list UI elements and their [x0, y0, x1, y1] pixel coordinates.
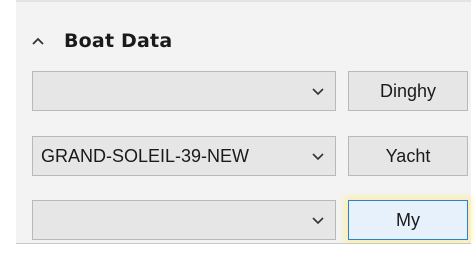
boat-data-section-header[interactable]: Boat Data — [28, 24, 172, 58]
right-margin — [471, 0, 475, 260]
chevron-down-icon[interactable] — [301, 137, 335, 175]
chevron-down-icon[interactable] — [301, 72, 335, 110]
my-button[interactable]: My — [348, 200, 468, 240]
boat-data-panel: Boat Data Dinghy GRAND-SOLEIL-39-NEW Yac… — [0, 0, 475, 260]
yacht-boat-select[interactable]: GRAND-SOLEIL-39-NEW — [32, 136, 336, 176]
dinghy-boat-select[interactable] — [32, 71, 336, 111]
yacht-button[interactable]: Yacht — [348, 136, 468, 176]
top-divider — [0, 0, 475, 2]
dinghy-button[interactable]: Dinghy — [348, 71, 468, 111]
chevron-down-icon[interactable] — [301, 201, 335, 239]
section-title: Boat Data — [64, 30, 173, 52]
bottom-margin — [0, 244, 475, 260]
yacht-boat-select-value: GRAND-SOLEIL-39-NEW — [41, 145, 250, 166]
chevron-up-icon[interactable] — [28, 31, 48, 51]
left-margin — [0, 0, 16, 260]
my-boat-select[interactable] — [32, 200, 336, 240]
